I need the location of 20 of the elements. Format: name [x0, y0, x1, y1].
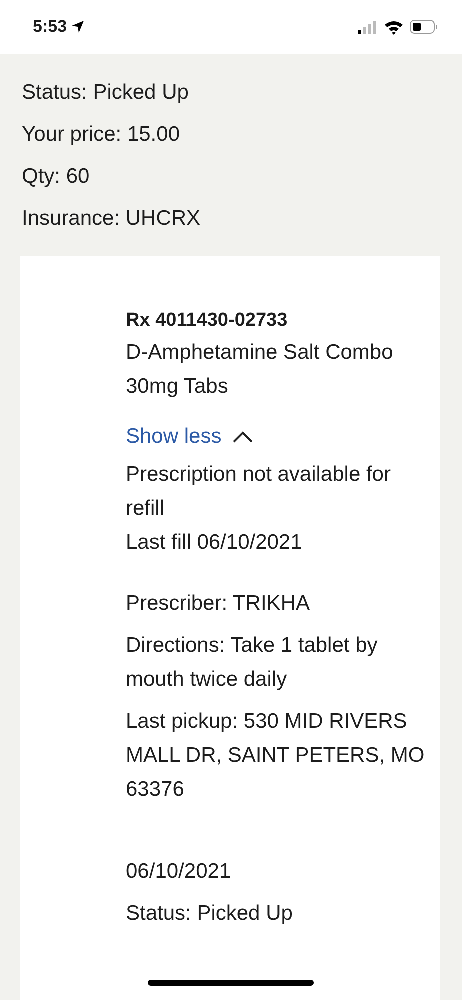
chevron-icon [232, 430, 254, 444]
fill-detail: Your price: 15.00 [22, 122, 182, 148]
rx-number: Rx 4011430-02733 [126, 309, 289, 333]
fill-detail: Status: Picked Up [22, 80, 190, 106]
show-less-toggle[interactable]: Show less [126, 422, 254, 452]
prescription-detail: Directions: Take 1 tablet by mouth twice daily [126, 633, 379, 693]
drug-name: D-Amphetamine Salt Combo 30mg Tabs [126, 340, 394, 400]
wifi-icon [384, 20, 404, 34]
fill-status: Status: Picked Up [126, 901, 294, 927]
clock-time: 5:53 [33, 17, 68, 37]
last-fill: Last fill 06/10/2021 [126, 530, 304, 556]
fill-date: 06/10/2021 [126, 859, 232, 885]
prescription-detail: Prescriber: TRIKHA [126, 591, 311, 617]
location-arrow-icon [71, 20, 86, 34]
prescription-detail: Last pickup: 530 MID RIVERS MALL DR, SAINT PETERS, MO 63376 [126, 709, 426, 803]
fill-detail: Insurance: UHCRX [22, 206, 202, 232]
availability-note: Prescription not available for refill [126, 462, 392, 522]
battery-icon [410, 20, 438, 34]
fill-detail: Qty: 60 [22, 164, 91, 190]
signal-icon [358, 20, 378, 34]
